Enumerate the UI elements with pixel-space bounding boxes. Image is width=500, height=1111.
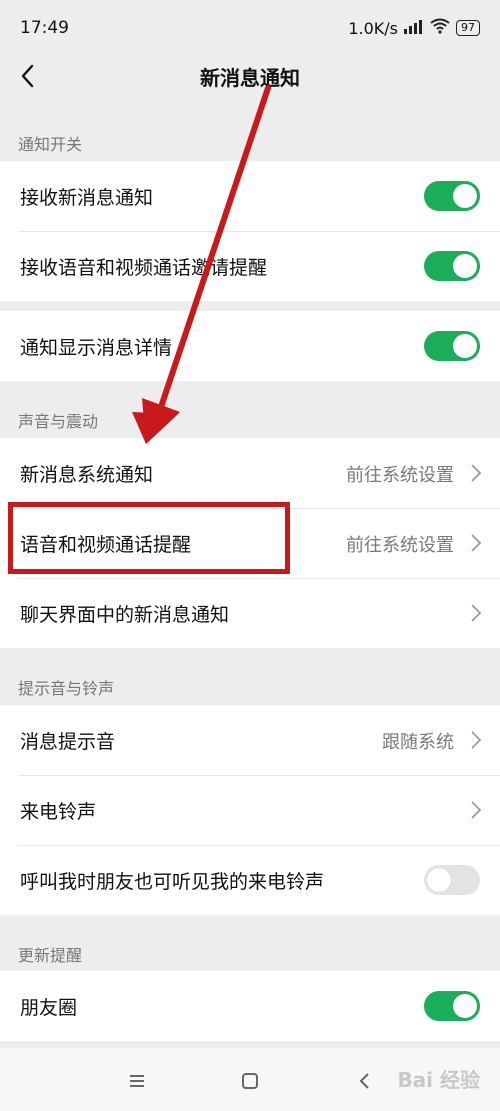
row-ringtone[interactable]: 来电铃声 bbox=[0, 775, 500, 845]
row-label: 消息提示音 bbox=[20, 731, 116, 753]
row-label: 呼叫我时朋友也可听见我的来电铃声 bbox=[20, 871, 325, 893]
toggle-knob bbox=[453, 994, 477, 1018]
row-label: 新消息系统通知 bbox=[20, 464, 154, 486]
network-speed: 1.0K/s bbox=[348, 18, 398, 38]
status-time: 17:49 bbox=[20, 18, 69, 38]
navigation-bar: 新消息通知 bbox=[0, 52, 500, 100]
group-notify-switch: 接收新消息通知 接收语音和视频通话邀请提醒 bbox=[0, 161, 500, 301]
row-chat-new-msg[interactable]: 聊天界面中的新消息通知 bbox=[0, 578, 500, 648]
toggle-knob bbox=[453, 184, 477, 208]
toggle-receive-av[interactable] bbox=[424, 251, 480, 281]
toggle-knob bbox=[427, 868, 451, 892]
toggle-show-detail[interactable] bbox=[424, 331, 480, 361]
row-value: 前往系统设置 bbox=[346, 535, 454, 556]
toggle-friends-hear[interactable] bbox=[424, 865, 480, 895]
annotation-highlight-box bbox=[8, 502, 290, 574]
watermark-logo: Bai 经验 bbox=[397, 1068, 480, 1092]
status-bar: 17:49 1.0K/s 97 bbox=[0, 0, 500, 58]
section-header-updates: 更新提醒 bbox=[18, 946, 83, 965]
toggle-receive-new[interactable] bbox=[424, 181, 480, 211]
chevron-right-icon bbox=[470, 800, 482, 820]
section-header-notify-switch: 通知开关 bbox=[18, 135, 83, 154]
row-receive-new[interactable]: 接收新消息通知 bbox=[0, 161, 500, 231]
home-icon[interactable] bbox=[235, 1066, 265, 1096]
wifi-icon bbox=[430, 18, 450, 38]
row-show-detail[interactable]: 通知显示消息详情 bbox=[0, 311, 500, 381]
row-msg-tone[interactable]: 消息提示音 跟随系统 bbox=[0, 705, 500, 775]
toggle-moments[interactable] bbox=[424, 991, 480, 1021]
row-label: 接收语音和视频通话邀请提醒 bbox=[20, 257, 268, 279]
chevron-right-icon bbox=[470, 533, 482, 553]
row-new-msg-system[interactable]: 新消息系统通知 前往系统设置 bbox=[0, 438, 500, 508]
back-nav-icon[interactable] bbox=[350, 1066, 380, 1096]
menu-icon[interactable] bbox=[122, 1066, 152, 1096]
toggle-knob bbox=[453, 334, 477, 358]
section-header-sound-vibration: 声音与震动 bbox=[18, 412, 99, 431]
row-label: 聊天界面中的新消息通知 bbox=[20, 604, 230, 626]
row-value: 跟随系统 bbox=[382, 732, 454, 753]
section-header-tones: 提示音与铃声 bbox=[18, 679, 115, 698]
signal-icon bbox=[404, 19, 424, 38]
group-tones: 消息提示音 跟随系统 来电铃声 呼叫我时朋友也可听见我的来电铃声 bbox=[0, 705, 500, 915]
chevron-right-icon bbox=[470, 730, 482, 750]
chevron-right-icon bbox=[470, 603, 482, 623]
row-label: 朋友圈 bbox=[20, 997, 78, 1019]
row-label: 通知显示消息详情 bbox=[20, 337, 173, 359]
row-friends-hear[interactable]: 呼叫我时朋友也可听见我的来电铃声 bbox=[0, 845, 500, 915]
row-label: 来电铃声 bbox=[20, 801, 97, 823]
page-title: 新消息通知 bbox=[200, 66, 300, 90]
row-receive-av[interactable]: 接收语音和视频通话邀请提醒 bbox=[0, 231, 500, 301]
group-updates: 朋友圈 bbox=[0, 971, 500, 1041]
row-label: 接收新消息通知 bbox=[20, 187, 154, 209]
group-show-detail: 通知显示消息详情 bbox=[0, 311, 500, 381]
row-moments[interactable]: 朋友圈 bbox=[0, 971, 500, 1041]
chevron-right-icon bbox=[470, 463, 482, 483]
toggle-knob bbox=[453, 254, 477, 278]
row-value: 前往系统设置 bbox=[346, 465, 454, 486]
battery-icon: 97 bbox=[456, 20, 480, 36]
status-icons: 1.0K/s 97 bbox=[348, 18, 480, 38]
